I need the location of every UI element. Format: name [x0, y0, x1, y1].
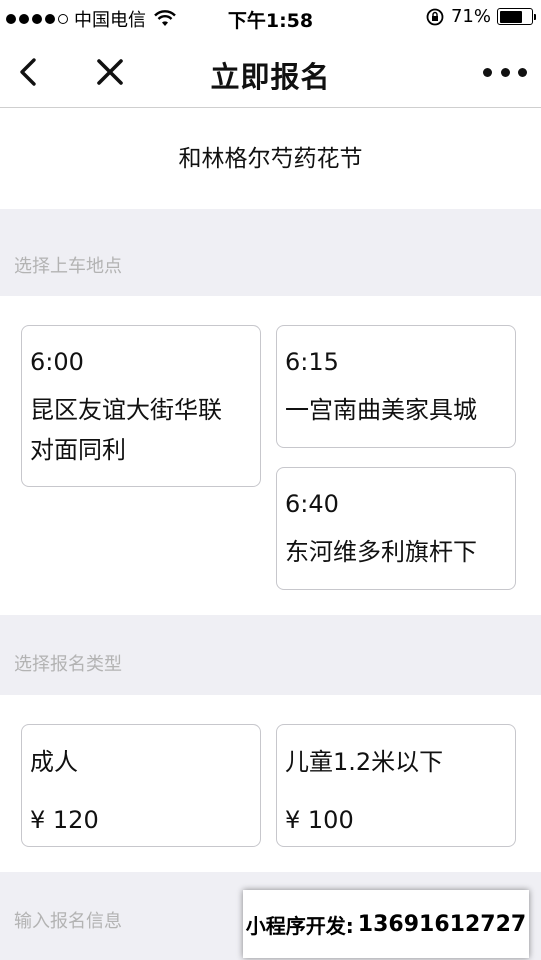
promo-banner: 小程序开发: 13691612727	[243, 890, 529, 958]
pickup-option-2[interactable]: 6:15 一宫南曲美家具城	[276, 325, 516, 448]
pickup-time: 6:00	[30, 348, 84, 376]
back-icon[interactable]	[12, 54, 48, 90]
status-left: 中国电信	[6, 6, 176, 32]
pickup-place: 东河维多利旗杆下	[285, 538, 477, 566]
event-title: 和林格尔芍药花节	[0, 109, 541, 209]
battery-percent: 71%	[450, 6, 491, 27]
ticket-type-price: ¥ 120	[30, 806, 99, 834]
pickup-place: 昆区友谊大街华联	[30, 396, 222, 424]
pickup-option-1[interactable]: 6:00 昆区友谊大街华联 对面同利	[21, 325, 261, 487]
ticket-type-options: 成人 ¥ 120 儿童1.2米以下 ¥ 100	[0, 695, 541, 872]
promo-phone: 13691612727	[357, 911, 527, 937]
nav-bar: 立即报名	[0, 36, 541, 108]
ticket-type-child[interactable]: 儿童1.2米以下 ¥ 100	[276, 724, 516, 847]
pickup-option-3[interactable]: 6:40 东河维多利旗杆下	[276, 467, 516, 590]
ticket-type-adult[interactable]: 成人 ¥ 120	[21, 724, 261, 847]
ticket-type-name: 儿童1.2米以下	[285, 748, 444, 776]
pickup-place: 一宫南曲美家具城	[285, 396, 477, 424]
pickup-place-continued: 对面同利	[30, 436, 126, 464]
more-options-icon[interactable]	[483, 58, 527, 86]
page-title: 立即报名	[210, 60, 331, 94]
pickup-section-header: 选择上车地点	[0, 209, 541, 296]
pickup-time: 6:40	[285, 490, 339, 518]
rotation-lock-icon	[426, 8, 444, 25]
pickup-time: 6:15	[285, 348, 339, 376]
status-bar: 中国电信 下午1:58 71%	[0, 0, 541, 36]
promo-label: 小程序开发:	[245, 913, 354, 938]
ticket-type-name: 成人	[30, 748, 78, 776]
carrier-name: 中国电信	[74, 10, 146, 31]
battery-icon	[497, 8, 536, 25]
wifi-icon	[154, 10, 176, 26]
ticket-type-price: ¥ 100	[285, 806, 354, 834]
signal-strength-icon	[6, 14, 68, 24]
battery-fill	[499, 10, 522, 23]
close-icon[interactable]	[92, 54, 128, 90]
pickup-options: 6:00 昆区友谊大街华联 对面同利 6:15 一宫南曲美家具城 6:40 东河…	[0, 296, 541, 615]
status-right: 71%	[425, 6, 536, 27]
type-section-header: 选择报名类型	[0, 615, 541, 695]
